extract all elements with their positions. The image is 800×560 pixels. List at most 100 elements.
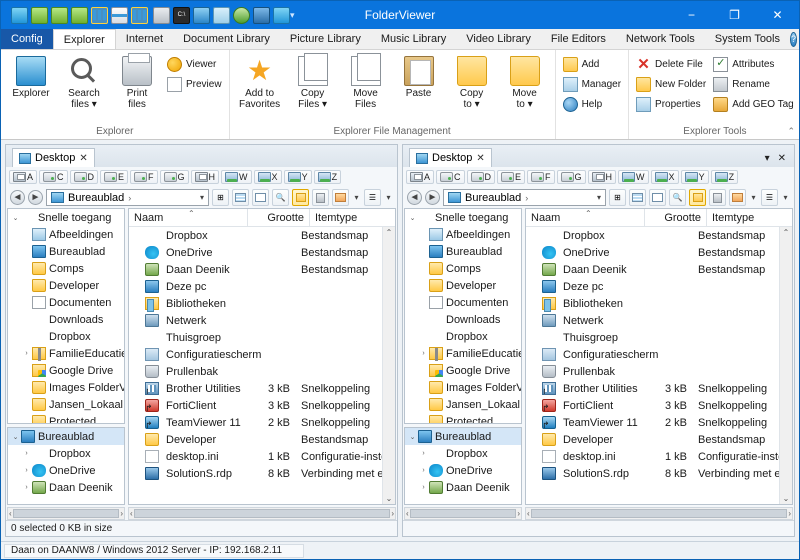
table-row[interactable]: Bibliotheken	[129, 295, 382, 312]
refresh-green-icon[interactable]	[31, 6, 48, 24]
drive-button-e[interactable]: E	[497, 170, 526, 184]
sync-green-icon[interactable]	[51, 6, 68, 24]
preview-button[interactable]: Preview	[164, 76, 225, 93]
table-row[interactable]: Brother Utilities 3 kB Snelkoppeling	[129, 380, 382, 397]
drive-button-e[interactable]: E	[100, 170, 129, 184]
tree-item[interactable]: Jansen_Lokaal	[405, 396, 521, 413]
tree-horizontal-scrollbar[interactable]: ‹ ›	[7, 507, 125, 520]
close-pane-icon[interactable]: ✕	[778, 153, 786, 164]
drive-button-g[interactable]: G	[159, 170, 189, 184]
list-view-button[interactable]	[649, 189, 666, 206]
scroll-thumb[interactable]	[12, 509, 120, 518]
table-row[interactable]: desktop.ini 1 kB Configuratie-inste.	[129, 448, 382, 465]
tree-item[interactable]: Documenten	[8, 294, 124, 311]
column-header-type[interactable]: Itemtype	[706, 209, 792, 227]
tree-item[interactable]: › Dropbox	[405, 445, 521, 462]
manager-button[interactable]: Manager	[560, 76, 624, 93]
table-row[interactable]: Prullenbak	[129, 363, 382, 380]
tab-system-tools[interactable]: System Tools	[705, 29, 790, 49]
tree-item[interactable]: › Daan Deenik	[405, 479, 521, 496]
tree-item[interactable]: › Dropbox	[8, 445, 124, 462]
table-row[interactable]: Dropbox Bestandsmap	[526, 227, 779, 244]
tree-item[interactable]: Developer	[405, 277, 521, 294]
scroll-track[interactable]	[780, 237, 792, 494]
table-row[interactable]: TeamViewer 11 2 kB Snelkoppeling	[526, 414, 779, 431]
list-options-button[interactable]: ☰	[364, 189, 381, 206]
table-row[interactable]: Daan Deenik Bestandsmap	[129, 261, 382, 278]
window-icon[interactable]	[11, 6, 28, 24]
scroll-thumb[interactable]	[409, 509, 517, 518]
expand-chevron-icon[interactable]: ⌄	[407, 433, 418, 441]
tree-item[interactable]: ⌄ Bureaublad	[405, 428, 521, 445]
expand-chevron-icon[interactable]: ›	[418, 467, 429, 474]
window2-icon[interactable]	[273, 6, 290, 24]
table-row[interactable]: Configuratiescherm	[526, 346, 779, 363]
tree-item[interactable]: Bureaublad	[405, 243, 521, 260]
tree-item[interactable]: ⌄ Snelle toegang	[405, 209, 521, 226]
column-header-type[interactable]: Itemtype	[309, 209, 395, 227]
delete-button[interactable]	[709, 189, 726, 206]
thumbnail-dropdown[interactable]: ▾	[352, 193, 361, 202]
properties-button[interactable]: Properties	[633, 96, 709, 113]
tree-item[interactable]: Protected	[8, 413, 124, 423]
console-icon[interactable]: C:\	[173, 6, 190, 24]
back-button[interactable]: ◄	[10, 190, 25, 205]
collapse-ribbon-button[interactable]: ⌃	[787, 126, 795, 137]
expand-chevron-icon[interactable]: ›	[418, 350, 429, 357]
paste-button[interactable]: Paste	[393, 53, 445, 99]
file-list-horizontal-scrollbar[interactable]: ‹ ›	[128, 507, 396, 520]
add-button[interactable]: Add	[560, 56, 624, 73]
scroll-right-icon[interactable]: ›	[120, 509, 123, 518]
pane-tab-desktop[interactable]: Desktop ✕	[12, 148, 95, 167]
drive-button-g[interactable]: G	[556, 170, 586, 184]
table-row[interactable]: Developer Bestandsmap	[129, 431, 382, 448]
table-row[interactable]: Bibliotheken	[526, 295, 779, 312]
chevron-down-icon[interactable]: ▾	[765, 153, 770, 164]
table-row[interactable]: TeamViewer 11 2 kB Snelkoppeling	[129, 414, 382, 431]
tree-item[interactable]: Afbeeldingen	[8, 226, 124, 243]
tree-item[interactable]: Jansen_Lokaal	[8, 396, 124, 413]
tab-internet[interactable]: Internet	[116, 29, 173, 49]
scroll-up-icon[interactable]: ⌃	[386, 228, 393, 237]
new-folder-button[interactable]: New Folder	[633, 76, 709, 93]
tab-explorer[interactable]: Explorer	[52, 29, 116, 49]
tree-item[interactable]: › OneDrive	[8, 462, 124, 479]
drive-button-d[interactable]: D	[466, 170, 496, 184]
table-row[interactable]: OneDrive Bestandsmap	[129, 244, 382, 261]
table-row[interactable]: FortiClient 3 kB Snelkoppeling	[129, 397, 382, 414]
desktop-tree[interactable]: ⌄ Bureaublad › Dropbox › OneDrive › Daan Deenik	[404, 427, 522, 505]
copy-to-button[interactable]: Copy to ▾	[446, 53, 498, 110]
geo-tag-button[interactable]: Add GEO Tag	[710, 96, 797, 113]
tree-item[interactable]: Afbeeldingen	[405, 226, 521, 243]
tree-item[interactable]: ⌄ Snelle toegang	[8, 209, 124, 226]
help-icon[interactable]: ?	[790, 31, 798, 47]
scroll-right-icon[interactable]: ›	[788, 509, 791, 518]
breadcrumb[interactable]: Bureaublad › ▾	[46, 189, 209, 206]
star-button[interactable]: ★ Add to Favorites	[234, 53, 286, 111]
table-row[interactable]: Thuisgroep	[526, 329, 779, 346]
scroll-thumb[interactable]	[530, 509, 788, 518]
minimize-button[interactable]: −	[670, 1, 713, 29]
tree-item[interactable]: Google Drive	[8, 362, 124, 379]
vertical-split-icon[interactable]	[91, 6, 108, 24]
tree-item[interactable]: Developer	[8, 277, 124, 294]
dual-pane-icon[interactable]	[131, 6, 148, 24]
drive-button-x[interactable]: X	[253, 170, 282, 184]
tree-item[interactable]: Downloads	[8, 311, 124, 328]
drive-icon[interactable]	[153, 6, 170, 24]
tree-item[interactable]: Downloads	[405, 311, 521, 328]
close-icon[interactable]: ✕	[476, 153, 484, 164]
drive-button-f[interactable]: F	[527, 170, 555, 184]
folder-button[interactable]	[292, 189, 309, 206]
expand-chevron-icon[interactable]: ›	[21, 467, 32, 474]
tab-video-library[interactable]: Video Library	[456, 29, 541, 49]
tree-item[interactable]: Images FolderView	[8, 379, 124, 396]
drive-button-y[interactable]: Y	[680, 170, 709, 184]
table-row[interactable]: Dropbox Bestandsmap	[129, 227, 382, 244]
table-row[interactable]: Deze pc	[526, 278, 779, 295]
scroll-down-icon[interactable]: ⌄	[386, 494, 393, 503]
tree-item[interactable]: Images FolderView	[405, 379, 521, 396]
expand-chevron-icon[interactable]: ›	[21, 484, 32, 491]
table-row[interactable]: Deze pc	[129, 278, 382, 295]
table-row[interactable]: Netwerk	[129, 312, 382, 329]
